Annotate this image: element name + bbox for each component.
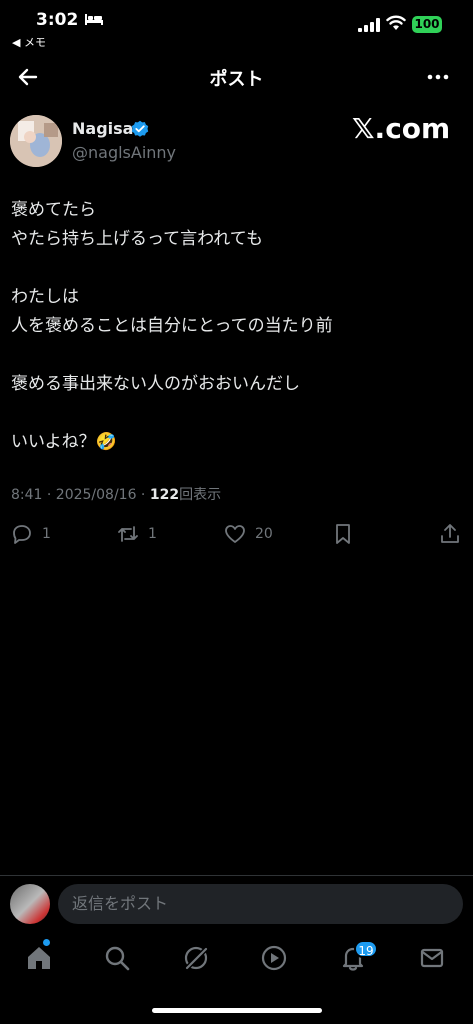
search-icon[interactable] [103,944,131,972]
more-options-icon[interactable] [424,63,452,91]
share-button[interactable] [438,522,470,546]
back-to-app-link[interactable]: ◀ メモ [12,34,46,50]
post-text: 褒めてたら やたら持ち上げるって言われても わたしは 人を褒めることは自分にとっ… [11,200,333,452]
author-handle[interactable]: @naglsAinny [72,143,176,162]
view-count: 122 [149,487,180,503]
page-title: ポスト [209,69,264,90]
cellular-signal-icon [358,18,380,32]
messages-icon[interactable] [418,944,446,972]
share-icon [441,524,459,543]
grok-icon[interactable] [182,944,210,972]
brand-watermark: 𝕏.com [352,112,451,145]
my-avatar[interactable] [10,884,50,924]
reply-count: 1 [42,526,51,542]
reply-button[interactable]: 1 [10,522,51,546]
author-avatar[interactable] [10,115,62,167]
avatar-image-icon [10,115,62,167]
home-icon[interactable] [25,944,53,972]
like-count: 20 [255,526,273,542]
battery-indicator: 100 [412,16,442,33]
heart-icon [225,525,245,543]
like-button[interactable]: 20 [223,522,273,546]
reply-input[interactable]: 返信をポスト [58,884,463,924]
sleep-focus-icon [85,14,103,25]
verified-badge-icon [131,120,149,137]
repost-button[interactable]: 1 [116,522,157,546]
home-notification-dot [43,939,50,946]
reply-bar-divider [0,875,473,876]
status-time: 3:02 [36,10,79,30]
reply-icon [13,525,31,544]
views-label: 回表示 [179,487,222,503]
post-timestamp: 8:41 · 2025/08/16 · [11,487,150,503]
post-meta: 8:41 · 2025/08/16 · 122回表示 [11,484,221,504]
bookmark-icon [336,524,350,544]
notifications-badge: 19 [354,940,378,958]
bookmark-button[interactable] [331,522,363,546]
video-icon[interactable] [260,944,288,972]
repost-icon [118,526,138,542]
home-indicator[interactable] [152,1008,322,1013]
wifi-icon [386,15,406,30]
repost-count: 1 [148,526,157,542]
author-name[interactable]: Nagisa [72,119,133,138]
